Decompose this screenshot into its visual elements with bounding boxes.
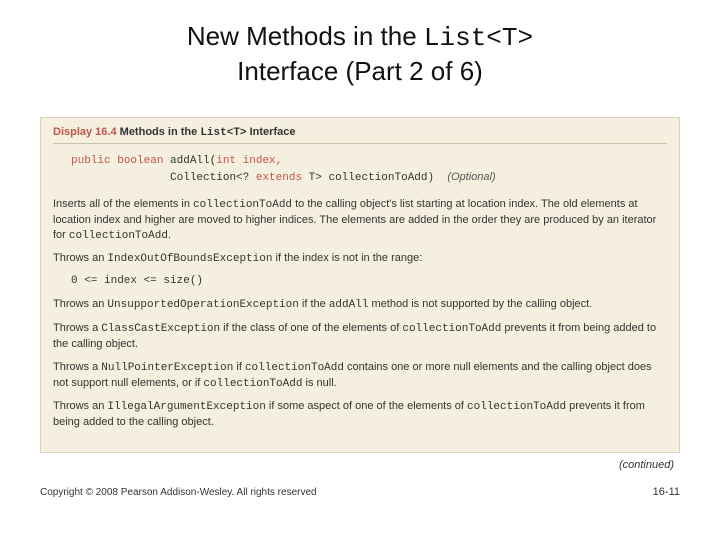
display-heading-post: Interface	[247, 126, 296, 138]
title-line1-text: New Methods in the	[187, 21, 424, 51]
title-line1-code: List<T>	[424, 23, 533, 53]
display-heading-code: List<T>	[200, 127, 246, 139]
desc-p5: Throws a NullPointerException if collect…	[53, 360, 667, 392]
continued-label: (continued)	[40, 459, 674, 471]
sig-modifiers: public boolean	[71, 155, 163, 167]
desc-p4: Throws a ClassCastException if the class…	[53, 321, 667, 352]
slide: New Methods in the List<T> Interface (Pa…	[0, 0, 720, 540]
sig-optional: (Optional)	[447, 171, 495, 183]
page-number: 16-11	[653, 486, 680, 498]
method-signature: public boolean addAll(int index, Collect…	[71, 154, 667, 187]
display-heading-pre: Methods in the	[120, 126, 201, 138]
sig-args2a: Collection<?	[170, 172, 256, 184]
sig-args2kw: extends	[256, 172, 302, 184]
display-box: Display 16.4 Methods in the List<T> Inte…	[40, 117, 680, 453]
desc-p3: Throws an UnsupportedOperationException …	[53, 297, 667, 313]
sig-args2b: T> collectionToAdd)	[302, 172, 434, 184]
copyright: Copyright © 2008 Pearson Addison-Wesley.…	[40, 487, 317, 498]
range-formula: 0 <= index <= size()	[71, 275, 667, 287]
desc-p1: Inserts all of the elements in collectio…	[53, 197, 667, 244]
slide-title: New Methods in the List<T> Interface (Pa…	[40, 20, 680, 87]
title-line2: Interface (Part 2 of 6)	[237, 56, 483, 86]
display-header: Display 16.4 Methods in the List<T> Inte…	[53, 126, 667, 139]
desc-p6: Throws an IllegalArgumentException if so…	[53, 399, 667, 430]
display-number: Display 16.4	[53, 126, 117, 138]
divider	[53, 143, 667, 144]
sig-args1: int index,	[216, 155, 282, 167]
sig-name: addAll(	[170, 155, 216, 167]
desc-p2: Throws an IndexOutOfBoundsException if t…	[53, 251, 667, 267]
